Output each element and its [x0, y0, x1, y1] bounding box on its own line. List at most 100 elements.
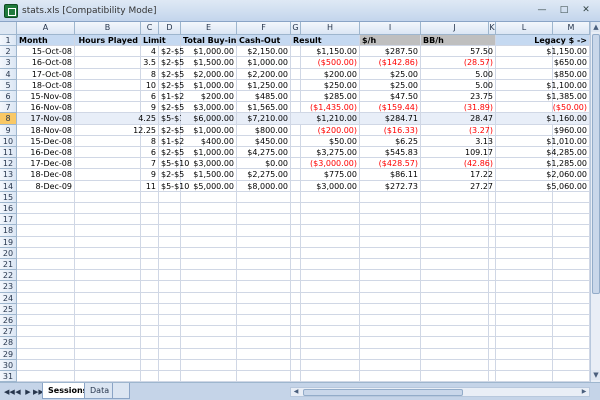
cell-bb-per-hour-row-8[interactable]: 28.47 — [421, 113, 496, 125]
column-header-l[interactable]: L — [496, 22, 553, 35]
cell-k18[interactable] — [489, 225, 496, 237]
cell-b30[interactable] — [75, 359, 141, 371]
cell-b21[interactable] — [75, 259, 141, 271]
cell-k17[interactable] — [489, 214, 496, 226]
cell-h25[interactable] — [301, 303, 360, 315]
cell-l26[interactable] — [496, 315, 553, 327]
cell-l19[interactable] — [496, 236, 553, 248]
cell-a23[interactable] — [17, 281, 75, 293]
column-header-g[interactable]: G — [291, 22, 301, 35]
row-header-2[interactable]: 2 — [0, 46, 17, 58]
cell-l24[interactable] — [496, 292, 553, 304]
cell-b22[interactable] — [75, 270, 141, 282]
cell-per-hour-row-2[interactable]: $287.50 — [360, 46, 421, 58]
row-header-12[interactable]: 12 — [0, 158, 17, 170]
cell-per-hour-row-8[interactable]: $284.71 — [360, 113, 421, 125]
cell-e26[interactable] — [181, 315, 237, 327]
cell-d21[interactable] — [159, 259, 181, 271]
cell-c17[interactable] — [141, 214, 159, 226]
cell-b28[interactable] — [75, 337, 141, 349]
cell-limit-row-10[interactable]: $1-$2 — [159, 135, 184, 147]
cell-g20[interactable] — [291, 247, 301, 259]
cell-month-row-10[interactable]: 15-Dec-08 — [17, 135, 75, 147]
cell-bb-per-hour-row-7[interactable]: (31.89) — [421, 102, 496, 114]
cell-c30[interactable] — [141, 359, 159, 371]
cell-per-hour-row-10[interactable]: $6.25 — [360, 135, 421, 147]
cell-cashout-row-4[interactable]: $2,200.00 — [237, 68, 291, 80]
cell-g18[interactable] — [291, 225, 301, 237]
cell-hours-row-13[interactable]: 9 — [75, 169, 159, 181]
cell-j26[interactable] — [421, 315, 489, 327]
cell-m16[interactable] — [553, 203, 590, 215]
cell-bb-per-hour-row-6[interactable]: 23.75 — [421, 91, 496, 103]
row-header-1[interactable]: 1 — [0, 35, 17, 47]
cell-j17[interactable] — [421, 214, 489, 226]
cell-f18[interactable] — [237, 225, 291, 237]
cell-m18[interactable] — [553, 225, 590, 237]
minimize-button[interactable]: — — [532, 4, 552, 18]
cell-i22[interactable] — [360, 270, 421, 282]
row-header-18[interactable]: 18 — [0, 225, 17, 237]
cell-b19[interactable] — [75, 236, 141, 248]
cell-d19[interactable] — [159, 236, 181, 248]
cell-a26[interactable] — [17, 315, 75, 327]
cell-m19[interactable] — [553, 236, 590, 248]
header-per-hour[interactable]: $/h — [360, 35, 421, 47]
cell-h31[interactable] — [301, 371, 360, 382]
cell-j16[interactable] — [421, 203, 489, 215]
cell-b18[interactable] — [75, 225, 141, 237]
cell-cashout-row-12[interactable]: $0.00 — [237, 158, 291, 170]
cell-b26[interactable] — [75, 315, 141, 327]
cell-a25[interactable] — [17, 303, 75, 315]
cell-a15[interactable] — [17, 191, 75, 203]
cell-result-row-3[interactable]: ($500.00) — [291, 57, 360, 69]
cell-per-hour-row-7[interactable]: ($159.44) — [360, 102, 421, 114]
cell-legacy-row-6[interactable]: $1,385.00 — [496, 91, 590, 103]
cell-hours-row-6[interactable]: 6 — [75, 91, 159, 103]
cell-bb-per-hour-row-14[interactable]: 27.27 — [421, 180, 496, 192]
cell-d16[interactable] — [159, 203, 181, 215]
cell-result-row-2[interactable]: $1,150.00 — [291, 46, 360, 58]
cell-b27[interactable] — [75, 326, 141, 338]
cell-h23[interactable] — [301, 281, 360, 293]
cell-hours-row-10[interactable]: 8 — [75, 135, 159, 147]
cell-h29[interactable] — [301, 348, 360, 360]
cell-buyin-row-11[interactable]: $1,000.00 — [181, 147, 237, 159]
cell-limit-row-7[interactable]: $2-$5 — [159, 102, 184, 114]
row-header-28[interactable]: 28 — [0, 337, 17, 349]
cell-e24[interactable] — [181, 292, 237, 304]
cell-c18[interactable] — [141, 225, 159, 237]
cell-e15[interactable] — [181, 191, 237, 203]
cell-a24[interactable] — [17, 292, 75, 304]
cell-f29[interactable] — [237, 348, 291, 360]
row-header-6[interactable]: 6 — [0, 91, 17, 103]
header-buyin[interactable]: Total Buy-in — [181, 35, 237, 47]
cell-a30[interactable] — [17, 359, 75, 371]
cell-l16[interactable] — [496, 203, 553, 215]
cell-g29[interactable] — [291, 348, 301, 360]
row-header-29[interactable]: 29 — [0, 348, 17, 360]
cell-h28[interactable] — [301, 337, 360, 349]
cell-legacy-row-2[interactable]: $1,150.00 — [496, 46, 590, 58]
cell-a19[interactable] — [17, 236, 75, 248]
column-header-i[interactable]: I — [360, 22, 421, 35]
cell-bb-per-hour-row-5[interactable]: 5.00 — [421, 79, 496, 91]
maximize-button[interactable]: □ — [554, 4, 574, 18]
cell-g28[interactable] — [291, 337, 301, 349]
cell-g21[interactable] — [291, 259, 301, 271]
cell-d23[interactable] — [159, 281, 181, 293]
column-header-m[interactable]: M — [553, 22, 590, 35]
cell-l27[interactable] — [496, 326, 553, 338]
row-header-30[interactable]: 30 — [0, 359, 17, 371]
cell-per-hour-row-6[interactable]: $47.50 — [360, 91, 421, 103]
cell-per-hour-row-13[interactable]: $86.11 — [360, 169, 421, 181]
cell-i29[interactable] — [360, 348, 421, 360]
prev-sheet-button[interactable]: ◀ — [14, 387, 22, 397]
cell-e28[interactable] — [181, 337, 237, 349]
cell-g26[interactable] — [291, 315, 301, 327]
cell-f19[interactable] — [237, 236, 291, 248]
cell-k26[interactable] — [489, 315, 496, 327]
cell-l28[interactable] — [496, 337, 553, 349]
cell-per-hour-row-5[interactable]: $25.00 — [360, 79, 421, 91]
cell-cashout-row-11[interactable]: $4,275.00 — [237, 147, 291, 159]
